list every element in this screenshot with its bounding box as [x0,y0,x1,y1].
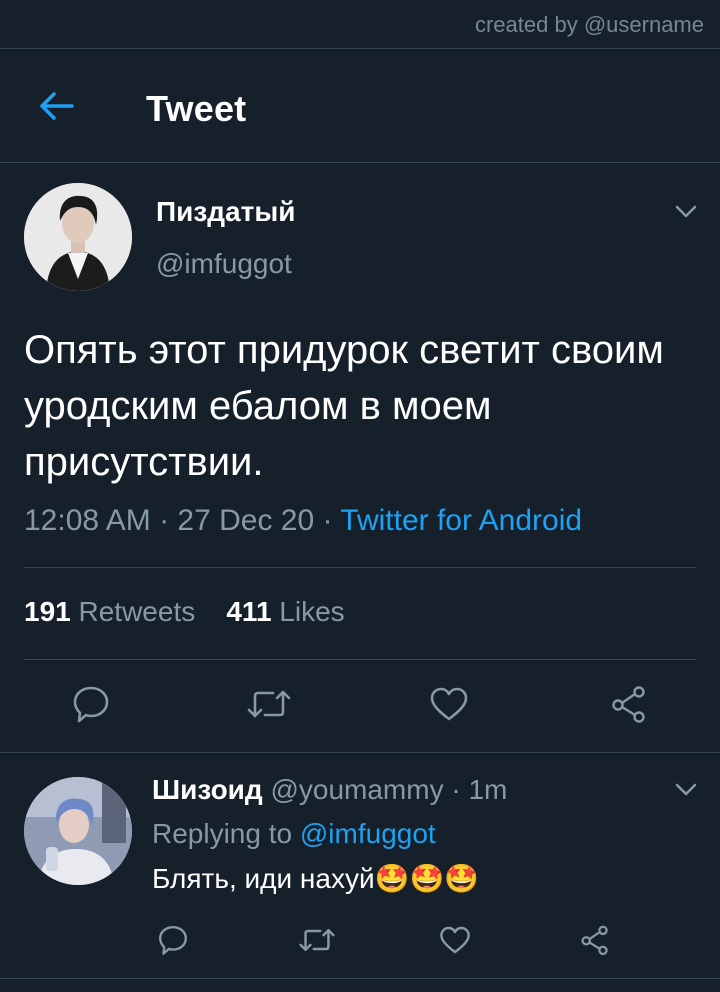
reply-author-handle[interactable]: @youmammy [270,774,443,805]
reply-retweet-button[interactable] [292,915,342,965]
divider [0,978,720,979]
retweet-icon [247,686,291,722]
divider [24,567,696,568]
divider [0,162,720,163]
reply-icon [157,924,189,956]
chevron-down-icon [675,783,697,802]
reply-share-button[interactable] [570,915,620,965]
likes-count: 411 [226,596,272,627]
replying-to: Replying to @imfuggot [152,818,436,850]
divider [0,752,720,753]
retweet-icon [299,925,335,955]
retweets-stat[interactable]: 191 Retweets [24,596,195,627]
reply-menu-button[interactable] [672,778,700,806]
reply-reply-button[interactable] [148,915,198,965]
like-button[interactable] [424,679,474,729]
reply-text: Блять, иди нахуй🤩🤩🤩 [152,863,480,894]
reply-button[interactable] [66,679,116,729]
tweet-timestamp: 12:08 AM · 27 Dec 20 · [24,504,341,537]
author-name[interactable]: Пиздатый [156,196,295,228]
arrow-left-icon [38,91,74,126]
replying-prefix: Replying to [152,818,300,849]
back-button[interactable] [34,86,78,130]
divider [0,48,720,49]
like-icon [439,925,471,955]
likes-stat[interactable]: 411 Likes [226,596,344,627]
tweet-menu-button[interactable] [672,200,700,228]
page-title: Tweet [146,88,247,129]
tweet-source-link[interactable]: Twitter for Android [340,504,582,537]
reply-timestamp: · 1m [443,774,508,805]
tweet-stats: 191 Retweets 411 Likes [24,596,345,628]
likes-label: Likes [279,596,345,627]
reply-author-name[interactable]: Шизоид [152,774,263,805]
avatar[interactable] [24,777,132,885]
replying-to-mention[interactable]: @imfuggot [300,818,436,849]
share-icon [609,684,649,724]
reply-like-button[interactable] [430,915,480,965]
header: Tweet [0,78,720,140]
share-icon [579,924,611,956]
tweet-text: Опять этот придурок светит своим уродски… [24,328,664,484]
reply-header: Шизоид @youmammy · 1m [152,774,507,806]
retweets-count: 191 [24,596,71,627]
retweets-label: Retweets [78,596,196,627]
watermark: created by @username [474,12,704,37]
retweet-button[interactable] [244,679,294,729]
share-button[interactable] [604,679,654,729]
chevron-down-icon [675,205,697,224]
like-icon [429,686,469,722]
avatar[interactable] [24,183,132,291]
reply-icon [71,684,111,724]
tweet-meta: 12:08 AM · 27 Dec 20 · Twitter for Andro… [24,504,582,538]
author-handle[interactable]: @imfuggot [156,248,292,280]
divider [24,659,696,660]
